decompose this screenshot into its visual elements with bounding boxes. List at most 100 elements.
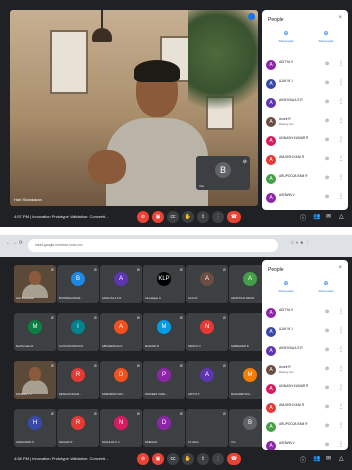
- more-options-icon[interactable]: ⋮: [338, 327, 344, 334]
- captions-button[interactable]: cc: [167, 453, 179, 465]
- mic-off-icon[interactable]: ⊘: [325, 347, 329, 353]
- participant-row[interactable]: A ASHWIN V ⊘ ⋮: [262, 189, 348, 208]
- more-options-icon[interactable]: ⋮: [338, 346, 344, 353]
- mic-off-icon[interactable]: ⊘: [325, 61, 329, 67]
- participant-row[interactable]: A ANUJISH KANI R ⊘ ⋮: [262, 151, 348, 170]
- participant-row[interactable]: A ARUPOOJA RAM R ⊘ ⋮: [262, 418, 348, 437]
- more-options-icon[interactable]: ⋮: [338, 193, 344, 200]
- info-icon[interactable]: ⓘ: [300, 455, 306, 464]
- address-bar[interactable]: meet.google.com/xxx-xxxx-xxx: [28, 239, 278, 252]
- participant-row[interactable]: A Anurit R Raising hun ⊘ ⋮: [262, 113, 348, 132]
- raise-hand-button[interactable]: ✋: [182, 211, 194, 223]
- participant-row[interactable]: A AKSHYAA A S R ⊘ ⋮: [262, 342, 348, 361]
- participant-tile[interactable]: ⊘ M Murthumalar R: [14, 313, 56, 351]
- mic-off-icon[interactable]: ⊘: [325, 99, 329, 105]
- mic-off-icon[interactable]: ⊘: [325, 309, 329, 315]
- participant-row[interactable]: A AJAY M J ⊘ ⋮: [262, 323, 348, 342]
- leave-call-button[interactable]: ☎: [227, 211, 241, 223]
- mic-toggle-button[interactable]: ⊘: [137, 211, 149, 223]
- camera-toggle-button[interactable]: ▣: [152, 453, 164, 465]
- add-people-button[interactable]: ⊕ Add people: [306, 278, 346, 293]
- participant-tile[interactable]: ⊘ B BOOMISHANKAR...: [57, 265, 99, 303]
- mic-off-icon[interactable]: ⊘: [325, 175, 329, 181]
- participant-tile[interactable]: ⊘ 37 others: [186, 409, 228, 447]
- raise-hand-button[interactable]: ✋: [182, 453, 194, 465]
- participant-tile[interactable]: ⊘ Hari Shankaran: [14, 265, 56, 303]
- browser-extension-icons[interactable]: ☆ ◐ ● ⋮: [290, 240, 310, 246]
- participant-tile[interactable]: ⊘ RAMESH V J: [14, 361, 56, 399]
- more-options-icon[interactable]: ⋮: [338, 403, 344, 410]
- participant-tile[interactable]: ⊘ A ABISHEKRAJA R: [100, 313, 142, 351]
- leave-call-button[interactable]: ☎: [227, 453, 241, 465]
- mic-off-icon[interactable]: ⊘: [325, 80, 329, 86]
- participant-tile[interactable]: ⊘ A AKSHYAA A S R: [100, 265, 142, 303]
- mic-off-icon[interactable]: ⊘: [325, 385, 329, 391]
- people-icon[interactable]: 👥: [313, 213, 320, 220]
- more-options-icon[interactable]: ⋮: [338, 136, 344, 143]
- mic-off-icon[interactable]: ⊘: [325, 404, 329, 410]
- participant-tile[interactable]: ⊘ I ILAIYA BOOPATHI R: [57, 313, 99, 351]
- pin-indicator-icon[interactable]: [248, 13, 255, 20]
- more-options-icon[interactable]: ⋮: [338, 308, 344, 315]
- participant-row[interactable]: A ADITYA V ⊘ ⋮: [262, 56, 348, 75]
- more-options-icon[interactable]: ⋮: [338, 79, 344, 86]
- participant-row[interactable]: A Anurit R Raising hun ⊘ ⋮: [262, 361, 348, 380]
- more-options-icon[interactable]: ⋮: [338, 441, 344, 448]
- more-options-icon[interactable]: ⋮: [338, 117, 344, 124]
- add-people-button[interactable]: ⊕ Add people: [266, 278, 306, 293]
- participant-row[interactable]: A AKSHYAA A S R ⊘ ⋮: [262, 94, 348, 113]
- people-icon[interactable]: 👥: [313, 455, 320, 462]
- mic-off-icon[interactable]: ⊘: [325, 194, 329, 200]
- activities-icon[interactable]: △: [339, 455, 344, 462]
- participant-tile[interactable]: ⊘ N NAGULAN U C: [100, 409, 142, 447]
- mic-off-icon[interactable]: ⊘: [325, 328, 329, 334]
- participant-tile[interactable]: ⊘ A Anurit R: [186, 265, 228, 303]
- chat-icon[interactable]: ✉: [326, 455, 331, 462]
- more-options-icon[interactable]: ⋮: [338, 384, 344, 391]
- close-icon[interactable]: ×: [338, 15, 342, 21]
- participant-row[interactable]: A ADITYA V ⊘ ⋮: [262, 304, 348, 323]
- participant-tile[interactable]: ⊘ H HARIHARAN S: [14, 409, 56, 447]
- add-people-button[interactable]: ⊕ Add people: [266, 28, 306, 43]
- participant-tile[interactable]: ⊘ D DINESWARI SOK...: [100, 361, 142, 399]
- participant-row[interactable]: A ARUPOOJA RAM R ⊘ ⋮: [262, 170, 348, 189]
- participant-tile[interactable]: ⊘ R RAGHAV R: [57, 409, 99, 447]
- present-button[interactable]: ⇪: [197, 211, 209, 223]
- participant-tile[interactable]: ⊘ KLP Kamalappa G: [143, 265, 185, 303]
- more-options-icon[interactable]: ⋮: [338, 422, 344, 429]
- present-button[interactable]: ⇪: [197, 453, 209, 465]
- self-view-tile[interactable]: ⊘ B You: [196, 156, 250, 190]
- participant-tile[interactable]: ⊘ M MADHAN R: [143, 313, 185, 351]
- more-options-icon[interactable]: ⋮: [338, 365, 344, 372]
- info-icon[interactable]: ⓘ: [300, 213, 306, 222]
- participant-tile[interactable]: ⊘ A ADITYA V: [186, 361, 228, 399]
- more-options-icon[interactable]: ⋮: [338, 98, 344, 105]
- participant-row[interactable]: A AVINASH KUMAR R ⊘ ⋮: [262, 132, 348, 151]
- participant-tile[interactable]: ⊘ D DINESH R: [143, 409, 185, 447]
- mic-off-icon[interactable]: ⊘: [325, 423, 329, 429]
- more-options-icon[interactable]: ⋮: [338, 174, 344, 181]
- participant-tile[interactable]: ⊘ N NIRAV R V: [186, 313, 228, 351]
- mic-off-icon[interactable]: ⊘: [325, 118, 329, 124]
- more-options-icon[interactable]: ⋮: [338, 155, 344, 162]
- participant-row[interactable]: A AJAY M J ⊘ ⋮: [262, 75, 348, 94]
- camera-toggle-button[interactable]: ▣: [152, 211, 164, 223]
- participant-tile[interactable]: ⊘ R RESHAN NIGAM...: [57, 361, 99, 399]
- more-options-button[interactable]: ⋮: [212, 211, 224, 223]
- participant-row[interactable]: A AVINASH KUMAR R ⊘ ⋮: [262, 380, 348, 399]
- participant-tile[interactable]: ⊘ P PRAVEEN CHAN...: [143, 361, 185, 399]
- mic-off-icon[interactable]: ⊘: [325, 366, 329, 372]
- more-options-button[interactable]: ⋮: [212, 453, 224, 465]
- more-options-icon[interactable]: ⋮: [338, 60, 344, 67]
- captions-button[interactable]: cc: [167, 211, 179, 223]
- mic-off-icon[interactable]: ⊘: [325, 156, 329, 162]
- browser-nav-icons[interactable]: ← → ⟳: [6, 240, 23, 246]
- chat-icon[interactable]: ✉: [326, 213, 331, 220]
- mic-toggle-button[interactable]: ⊘: [137, 453, 149, 465]
- close-icon[interactable]: ×: [338, 265, 342, 271]
- participant-row[interactable]: A ANUJISH KANI R ⊘ ⋮: [262, 399, 348, 418]
- mic-off-icon[interactable]: ⊘: [325, 137, 329, 143]
- mic-off-icon[interactable]: ⊘: [325, 442, 329, 448]
- add-people-button[interactable]: ⊕ Add people: [306, 28, 346, 43]
- activities-icon[interactable]: △: [339, 213, 344, 220]
